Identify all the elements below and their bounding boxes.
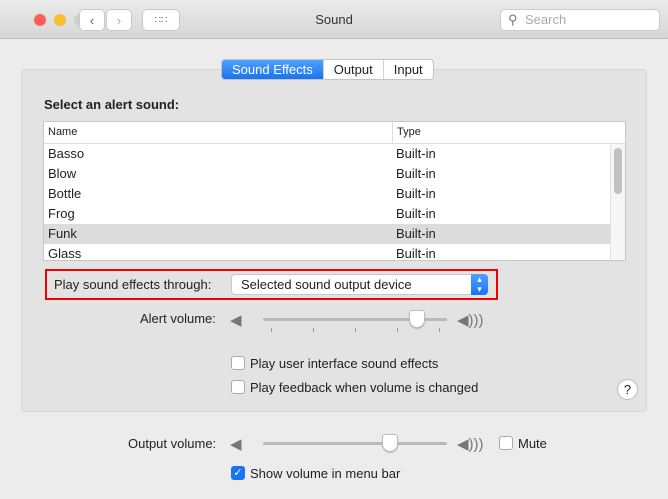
sound-type: Built-in xyxy=(396,226,436,241)
search-icon: ⚲ xyxy=(508,12,518,27)
sound-name: Frog xyxy=(48,206,75,221)
slider-tick xyxy=(355,328,356,332)
sound-type: Built-in xyxy=(396,246,436,261)
slider-track xyxy=(263,442,447,445)
play-through-label: Play sound effects through: xyxy=(54,277,212,292)
search-placeholder: Search xyxy=(525,12,567,27)
alert-sound-heading: Select an alert sound: xyxy=(44,97,180,112)
alert-sound-table[interactable]: Name Type Basso Built-in Blow Built-in Bottl… xyxy=(43,121,626,261)
sound-type: Built-in xyxy=(396,206,436,221)
slider-thumb[interactable] xyxy=(382,434,399,452)
table-row[interactable]: Glass Built-in xyxy=(44,244,625,261)
tab-sound-effects[interactable]: Sound Effects xyxy=(222,60,324,79)
play-through-value: Selected sound output device xyxy=(241,277,412,292)
slider-tick xyxy=(439,328,440,332)
slider-thumb[interactable] xyxy=(409,310,426,328)
show-volume-checkbox[interactable]: ✓ xyxy=(231,466,245,480)
tab-bar: Sound Effects Output Input xyxy=(221,59,434,80)
tab-input[interactable]: Input xyxy=(384,60,433,79)
slider-tick xyxy=(313,328,314,332)
feedback-label: Play feedback when volume is changed xyxy=(250,380,479,395)
sound-type: Built-in xyxy=(396,146,436,161)
sound-type: Built-in xyxy=(396,186,436,201)
mute-label: Mute xyxy=(518,436,547,451)
ui-sounds-label: Play user interface sound effects xyxy=(250,356,439,371)
sound-type: Built-in xyxy=(396,166,436,181)
table-header: Name Type xyxy=(44,122,625,144)
slider-tick xyxy=(271,328,272,332)
scrollbar-thumb[interactable] xyxy=(614,148,622,194)
show-volume-label: Show volume in menu bar xyxy=(250,466,401,481)
table-row[interactable]: Funk Built-in xyxy=(44,224,625,244)
checkmark-icon: ✓ xyxy=(233,467,243,479)
feedback-checkbox[interactable] xyxy=(231,380,245,394)
speaker-high-icon: ◀))) xyxy=(457,312,484,329)
sound-name: Glass xyxy=(48,246,82,261)
table-row[interactable]: Bottle Built-in xyxy=(44,184,625,204)
column-header-type[interactable]: Type xyxy=(392,122,625,143)
column-header-name[interactable]: Name xyxy=(44,122,392,143)
slider-tick xyxy=(397,328,398,332)
sound-name: Bottle xyxy=(48,186,82,201)
mute-checkbox[interactable] xyxy=(499,436,513,450)
table-row[interactable]: Blow Built-in xyxy=(44,164,625,184)
title-bar: ‹ › ∷∷ Sound ⚲ Search xyxy=(0,0,668,39)
scrollbar[interactable] xyxy=(610,144,625,260)
tab-output[interactable]: Output xyxy=(324,60,384,79)
speaker-high-icon: ◀))) xyxy=(457,436,484,453)
help-button[interactable]: ? xyxy=(617,379,638,400)
sound-name: Basso xyxy=(48,146,85,161)
ui-sounds-checkbox[interactable] xyxy=(231,356,245,370)
up-down-arrows-icon: ▴ ▾ xyxy=(471,274,488,295)
output-volume-label: Output volume: xyxy=(128,436,217,451)
table-row[interactable]: Basso Built-in xyxy=(44,144,625,164)
alert-volume-label: Alert volume: xyxy=(140,311,216,326)
speaker-low-icon: ◀ xyxy=(230,436,242,453)
play-through-popup[interactable]: Selected sound output device ▴ ▾ xyxy=(231,274,488,295)
sound-name: Blow xyxy=(48,166,77,181)
search-input[interactable]: ⚲ Search xyxy=(500,9,660,31)
table-row[interactable]: Frog Built-in xyxy=(44,204,625,224)
sound-name: Funk xyxy=(48,226,77,241)
speaker-low-icon: ◀ xyxy=(230,312,242,329)
